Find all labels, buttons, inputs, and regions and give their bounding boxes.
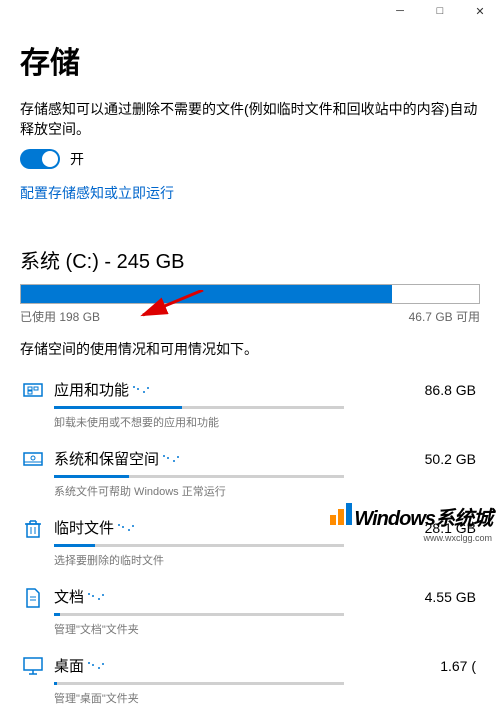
storage-sense-description: 存储感知可以通过删除不需要的文件(例如临时文件和回收站中的内容)自动释放空间。 xyxy=(20,100,480,139)
category-title: 应用和功能 xyxy=(54,379,153,400)
trash-icon xyxy=(20,517,46,539)
toggle-label: 开 xyxy=(70,149,84,169)
settings-page: 存储 存储感知可以通过删除不需要的文件(例如临时文件和回收站中的内容)自动释放空… xyxy=(0,0,500,714)
storage-category[interactable]: 系统和保留空间 50.2 GB 系统文件可帮助 Windows 正常运行 xyxy=(20,438,480,507)
drive-label: 系统 (C:) - 245 GB xyxy=(20,245,480,274)
drive-usage-bar xyxy=(20,284,480,304)
category-bar xyxy=(54,475,344,478)
category-size: 50.2 GB xyxy=(425,451,476,467)
category-title: 桌面 xyxy=(54,655,108,676)
drive-free-segment xyxy=(392,285,479,303)
close-button[interactable]: ✕ xyxy=(460,0,500,22)
category-size: 4.55 GB xyxy=(425,589,476,605)
doc-icon xyxy=(20,586,46,608)
category-subtitle: 选择要删除的临时文件 xyxy=(54,552,480,568)
category-size: 1.67 ( xyxy=(440,658,476,674)
used-label: 已使用 198 GB xyxy=(20,308,100,325)
usage-caption: 存储空间的使用情况和可用情况如下。 xyxy=(20,339,480,359)
free-label: 46.7 GB 可用 xyxy=(409,308,480,325)
category-title: 临时文件 xyxy=(54,517,138,538)
window-controls: ─ □ ✕ xyxy=(380,0,500,22)
category-bar xyxy=(54,613,344,616)
category-title: 系统和保留空间 xyxy=(54,448,183,469)
category-title: 文档 xyxy=(54,586,108,607)
drive-used-segment xyxy=(21,285,392,303)
storage-category[interactable]: 应用和功能 86.8 GB 卸载未使用或不想要的应用和功能 xyxy=(20,369,480,438)
category-bar xyxy=(54,544,344,547)
category-subtitle: 管理"桌面"文件夹 xyxy=(54,690,480,706)
category-subtitle: 系统文件可帮助 Windows 正常运行 xyxy=(54,483,480,499)
category-bar xyxy=(54,406,344,409)
category-bar xyxy=(54,682,344,685)
category-size: 86.8 GB xyxy=(425,382,476,398)
category-subtitle: 卸载未使用或不想要的应用和功能 xyxy=(54,414,480,430)
category-subtitle: 管理"文档"文件夹 xyxy=(54,621,480,637)
maximize-button[interactable]: □ xyxy=(420,0,460,22)
storage-sense-toggle-row: 开 xyxy=(20,149,480,169)
watermark-url: www.wxclgg.com xyxy=(423,533,492,543)
storage-category[interactable]: 文档 4.55 GB 管理"文档"文件夹 xyxy=(20,576,480,645)
page-title: 存储 xyxy=(20,38,480,82)
storage-sense-toggle[interactable] xyxy=(20,149,60,169)
configure-storage-sense-link[interactable]: 配置存储感知或立即运行 xyxy=(20,183,174,203)
storage-category[interactable]: 桌面 1.67 ( 管理"桌面"文件夹 xyxy=(20,645,480,714)
watermark: Windows系统城 xyxy=(330,502,492,531)
drive-labels: 已使用 198 GB 46.7 GB 可用 xyxy=(20,308,480,325)
apps-icon xyxy=(20,379,46,399)
desktop-icon xyxy=(20,655,46,675)
minimize-button[interactable]: ─ xyxy=(380,0,420,22)
system-icon xyxy=(20,448,46,468)
